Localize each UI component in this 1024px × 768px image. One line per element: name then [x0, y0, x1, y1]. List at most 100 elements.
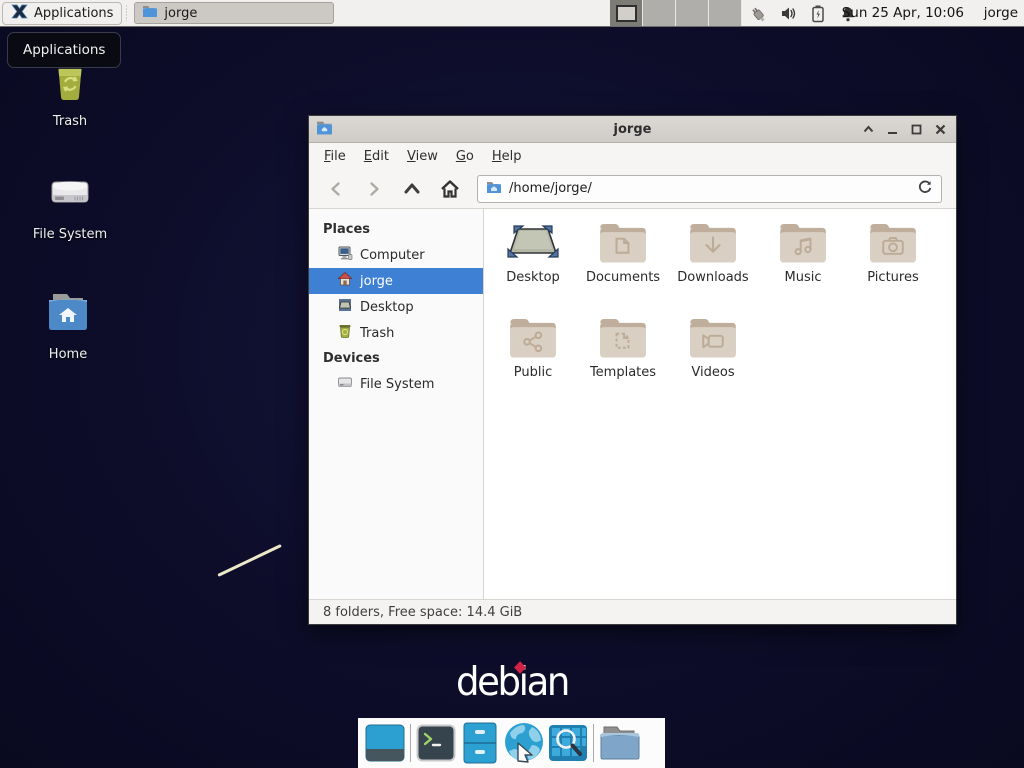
panel-handle	[124, 5, 129, 21]
file-downloads[interactable]: Downloads	[668, 219, 758, 314]
folder-icon	[142, 3, 158, 23]
workspace-2[interactable]	[643, 0, 676, 26]
menu-help[interactable]: Help	[483, 145, 531, 168]
desktop-icon-file-system[interactable]: File System	[22, 168, 118, 242]
file-videos[interactable]: Videos	[668, 314, 758, 409]
home-button[interactable]	[435, 175, 465, 203]
folder-templates-icon	[597, 314, 649, 362]
desktop-icon	[337, 297, 353, 317]
file-label: Music	[785, 270, 822, 285]
menubar: File Edit View Go Help	[309, 143, 956, 169]
dock	[358, 718, 665, 768]
trash-small-icon	[337, 323, 353, 343]
folder-videos-icon	[687, 314, 739, 362]
folder-public-icon	[507, 314, 559, 362]
dock-folder-icon	[598, 723, 640, 763]
location-input[interactable]: /home/jorge/	[509, 181, 910, 196]
sidebar-item-computer[interactable]: Computer	[309, 242, 483, 268]
desktop-icon-home[interactable]: Home	[20, 288, 116, 362]
file-cabinet-icon	[462, 722, 498, 764]
debian-logo-text: debian	[456, 660, 568, 705]
workspace-switcher	[610, 0, 742, 26]
location-folder-icon	[486, 179, 502, 199]
file-label: Desktop	[506, 270, 560, 285]
menu-view[interactable]: View	[398, 145, 447, 168]
icon-view: Desktop Documents	[484, 209, 956, 599]
folder-music-icon	[777, 219, 829, 267]
panel-user-label[interactable]: jorge	[984, 0, 1018, 26]
dock-app-finder-button[interactable]	[546, 721, 590, 765]
app-finder-icon	[548, 724, 588, 762]
battery-icon[interactable]	[808, 4, 828, 24]
file-documents[interactable]: Documents	[578, 219, 668, 314]
file-label: Pictures	[867, 270, 918, 285]
panel-clock[interactable]: Sun 25 Apr, 10:06	[842, 0, 964, 26]
web-browser-globe-icon	[502, 721, 546, 765]
file-desktop[interactable]: Desktop	[488, 219, 578, 314]
sidebar-item-label: Desktop	[360, 300, 414, 315]
toolbar: /home/jorge/	[309, 169, 956, 209]
taskbar-button-jorge[interactable]: jorge	[134, 2, 334, 24]
drive-icon	[337, 374, 353, 394]
sidebar-item-label: jorge	[360, 274, 393, 289]
file-pictures[interactable]: Pictures	[848, 219, 938, 314]
up-button[interactable]	[397, 175, 427, 203]
workspace-window-thumb	[616, 5, 637, 22]
window-titlebar[interactable]: jorge	[309, 116, 956, 143]
workspace-4[interactable]	[709, 0, 742, 26]
wallpaper-stray-line	[217, 544, 281, 577]
dock-file-cabinet-button[interactable]	[458, 721, 502, 765]
workspace-1[interactable]	[610, 0, 643, 26]
menu-go[interactable]: Go	[447, 145, 483, 168]
sidebar-item-file-system[interactable]: File System	[309, 371, 483, 397]
close-button[interactable]	[933, 122, 948, 137]
network-icon[interactable]	[748, 4, 768, 24]
menu-file[interactable]: File	[315, 145, 355, 168]
folder-pictures-icon	[867, 219, 919, 267]
menu-edit[interactable]: Edit	[355, 145, 398, 168]
debian-logo: debian	[455, 660, 569, 705]
sidebar-item-trash[interactable]: Trash	[309, 320, 483, 346]
forward-button[interactable]	[359, 175, 389, 203]
sidebar: Places Computer	[309, 209, 484, 599]
sidebar-item-label: Computer	[360, 248, 425, 263]
top-panel: Applications jorge	[0, 0, 1024, 27]
location-bar[interactable]: /home/jorge/	[477, 175, 942, 203]
volume-icon[interactable]	[778, 4, 798, 24]
dock-show-desktop-button[interactable]	[363, 721, 407, 765]
desktop-special-icon	[504, 219, 562, 267]
file-music[interactable]: Music	[758, 219, 848, 314]
dock-terminal-button[interactable]	[414, 721, 458, 765]
folder-documents-icon	[597, 219, 649, 267]
shade-button[interactable]	[861, 122, 876, 137]
sidebar-item-jorge[interactable]: jorge	[309, 268, 483, 294]
desktop-icon-label: Home	[49, 347, 87, 362]
workspace-3[interactable]	[676, 0, 709, 26]
minimize-button[interactable]	[885, 122, 900, 137]
dock-folder-button[interactable]	[597, 721, 641, 765]
back-button[interactable]	[321, 175, 351, 203]
dock-web-browser-button[interactable]	[502, 721, 546, 765]
window-title: jorge	[309, 122, 956, 137]
dock-separator	[593, 724, 594, 762]
sidebar-item-label: File System	[360, 377, 434, 392]
home-icon	[337, 271, 353, 291]
sidebar-item-desktop[interactable]: Desktop	[309, 294, 483, 320]
maximize-button[interactable]	[909, 122, 924, 137]
file-label: Downloads	[677, 270, 748, 285]
desktop-icon-label: Trash	[53, 114, 87, 129]
xfce-applications-icon	[11, 3, 28, 24]
statusbar: 8 folders, Free space: 14.4 GiB	[309, 599, 956, 624]
file-public[interactable]: Public	[488, 314, 578, 409]
show-desktop-icon	[365, 724, 405, 762]
hard-drive-icon	[45, 168, 95, 222]
window-controls	[861, 116, 948, 143]
file-label: Templates	[590, 365, 656, 380]
applications-menu-button[interactable]: Applications	[2, 2, 122, 25]
reload-icon[interactable]	[917, 179, 933, 199]
window-content: Places Computer	[309, 209, 956, 599]
file-templates[interactable]: Templates	[578, 314, 668, 409]
applications-menu-label: Applications	[34, 6, 113, 21]
home-folder-icon	[43, 288, 93, 342]
file-label: Videos	[691, 365, 734, 380]
